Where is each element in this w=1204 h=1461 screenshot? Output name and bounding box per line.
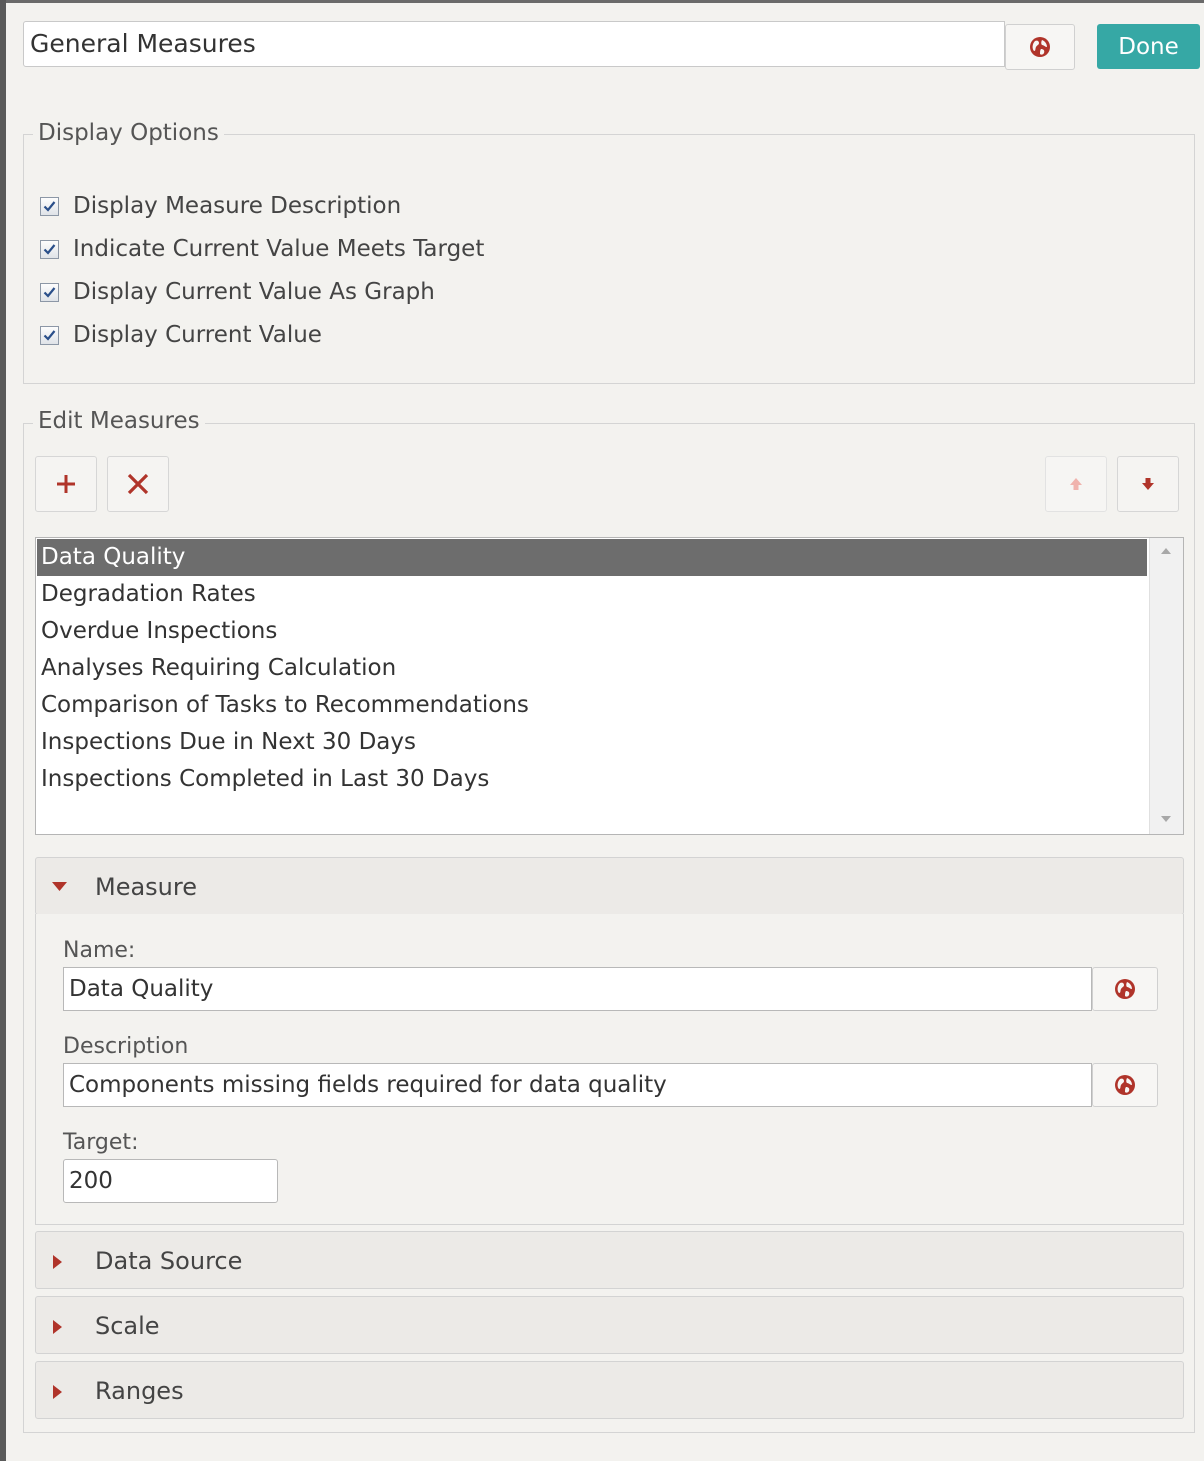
edit-measures-legend: Edit Measures (33, 408, 205, 434)
data-source-panel-header[interactable]: Data Source (35, 1231, 1184, 1289)
measure-panel-body: Name: Data Quality Description Component… (35, 914, 1184, 1225)
ranges-panel-title: Ranges (95, 1377, 184, 1405)
checkbox-checked-icon[interactable] (40, 325, 59, 345)
move-down-button[interactable] (1117, 456, 1179, 512)
scale-panel-title: Scale (95, 1312, 160, 1340)
caret-right-icon (53, 1255, 62, 1269)
list-scrollbar[interactable] (1149, 538, 1183, 834)
list-item[interactable]: Degradation Rates (37, 576, 1147, 613)
ranges-panel-header[interactable]: Ranges (35, 1361, 1184, 1419)
checkbox-checked-icon[interactable] (40, 196, 59, 216)
description-label: Description (63, 1034, 189, 1059)
delete-measure-button[interactable] (107, 456, 169, 512)
scroll-up-icon[interactable] (1161, 548, 1171, 554)
arrow-up-icon (1070, 478, 1082, 490)
checkbox-row-display-measure-description[interactable]: Display Measure Description (40, 193, 401, 219)
checkbox-label: Indicate Current Value Meets Target (73, 236, 485, 262)
description-translate-button[interactable] (1092, 1063, 1158, 1107)
measure-panel-header[interactable]: Measure (35, 857, 1184, 915)
data-source-panel-title: Data Source (95, 1247, 243, 1275)
checkbox-row-indicate-current-value-meets-target[interactable]: Indicate Current Value Meets Target (40, 236, 484, 262)
caret-right-icon (53, 1320, 62, 1334)
title-input[interactable]: General Measures (23, 21, 1005, 67)
name-translate-button[interactable] (1092, 967, 1158, 1011)
checkbox-checked-icon[interactable] (40, 282, 59, 302)
title-translate-button[interactable] (1005, 24, 1075, 70)
globe-icon (1115, 1075, 1135, 1095)
name-input[interactable]: Data Quality (63, 967, 1092, 1011)
scroll-down-icon[interactable] (1161, 816, 1171, 822)
measure-panel-title: Measure (95, 873, 197, 901)
checkbox-row-display-current-value-as-graph[interactable]: Display Current Value As Graph (40, 279, 435, 305)
caret-down-icon (52, 882, 67, 891)
list-item[interactable]: Analyses Requiring Calculation (37, 650, 1147, 687)
list-item-selected[interactable]: Data Quality (37, 539, 1147, 576)
checkbox-label: Display Current Value (73, 322, 322, 348)
globe-icon (1030, 37, 1050, 57)
measure-editor-pane: General Measures Done Display Options Di… (12, 0, 1204, 1461)
checkbox-checked-icon[interactable] (40, 239, 59, 259)
checkbox-label: Display Current Value As Graph (73, 279, 435, 305)
arrow-down-icon (1142, 478, 1154, 490)
close-icon (127, 473, 149, 495)
scale-panel-header[interactable]: Scale (35, 1296, 1184, 1354)
target-label: Target: (63, 1130, 139, 1155)
list-item[interactable]: Comparison of Tasks to Recommendations (37, 687, 1147, 724)
globe-icon (1115, 979, 1135, 999)
plus-icon (57, 475, 75, 493)
move-up-button[interactable] (1045, 456, 1107, 512)
done-button[interactable]: Done (1097, 24, 1200, 69)
list-item[interactable]: Overdue Inspections (37, 613, 1147, 650)
measures-listbox[interactable]: Data Quality Degradation Rates Overdue I… (35, 537, 1184, 835)
add-measure-button[interactable] (35, 456, 97, 512)
checkbox-label: Display Measure Description (73, 193, 402, 219)
target-input[interactable]: 200 (63, 1159, 278, 1203)
window-left-border (0, 0, 6, 1461)
caret-right-icon (53, 1385, 62, 1399)
display-options-legend: Display Options (33, 120, 224, 146)
checkbox-row-display-current-value[interactable]: Display Current Value (40, 322, 322, 348)
description-input[interactable]: Components missing fields required for d… (63, 1063, 1092, 1107)
list-item[interactable]: Inspections Completed in Last 30 Days (37, 761, 1147, 798)
list-item[interactable]: Inspections Due in Next 30 Days (37, 724, 1147, 761)
name-label: Name: (63, 938, 136, 963)
